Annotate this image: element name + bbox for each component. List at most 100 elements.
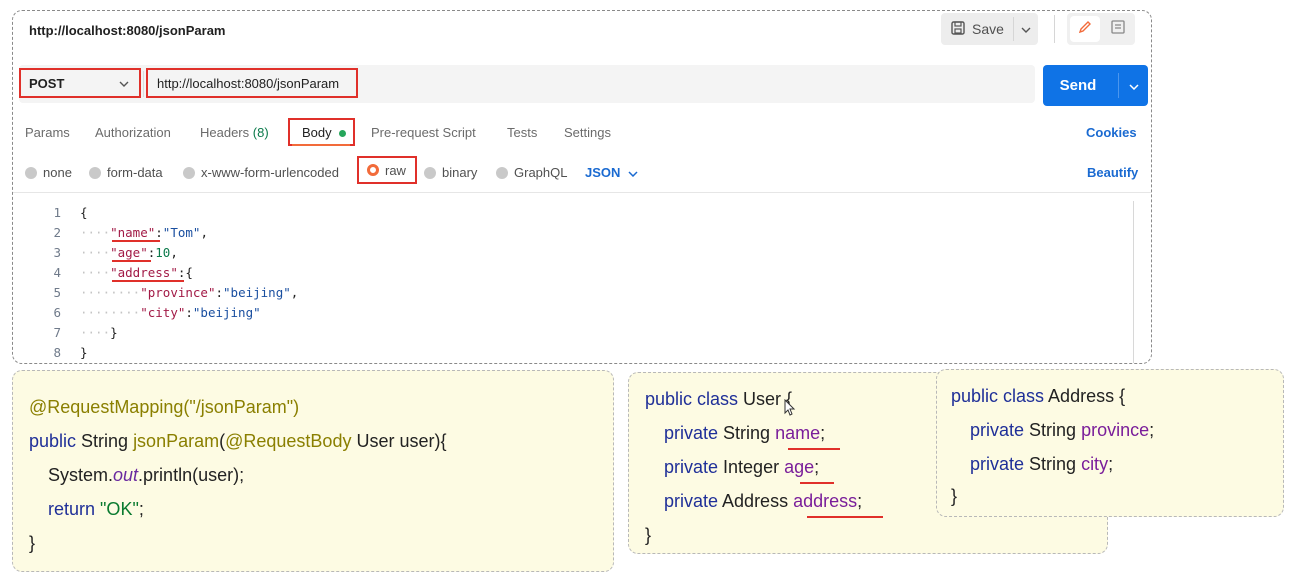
tab-prerequest-script[interactable]: Pre-request Script [371, 125, 476, 140]
code-line[interactable]: { [80, 205, 88, 220]
save-icon [950, 20, 966, 39]
type: String [76, 431, 134, 451]
type: String [1024, 454, 1082, 474]
code-text: ; [814, 457, 820, 477]
brace: { [80, 205, 88, 220]
radio-circle [424, 166, 436, 179]
field-name: address [793, 491, 858, 511]
chevron-down-icon [1129, 77, 1139, 95]
keyword: private [664, 491, 719, 511]
indent-guide: ········ [80, 285, 141, 300]
type: String [1024, 420, 1082, 440]
string-literal: "OK" [100, 499, 139, 519]
json-value-name: "Tom" [162, 225, 201, 240]
chevron-down-icon [119, 74, 129, 92]
tab-headers-label: Headers [200, 125, 250, 140]
field-name: city [1081, 454, 1109, 474]
body-status-dot [339, 130, 346, 137]
json-key-address: "address" [110, 265, 178, 280]
edit-button[interactable] [1070, 16, 1100, 42]
code-line: private String province; [970, 420, 1154, 441]
type: String [718, 423, 776, 443]
keyword: return [48, 499, 96, 519]
request-title: http://localhost:8080/jsonParam [29, 23, 226, 38]
line-number: 3 [53, 245, 61, 260]
send-button[interactable]: Send [1043, 65, 1113, 106]
code-text: System. [48, 465, 114, 485]
code-line: return "OK"; [48, 499, 144, 520]
keyword: public [29, 431, 77, 451]
send-button-group: Send [1043, 65, 1148, 106]
indent-guide: ········ [80, 305, 141, 320]
highlight-underline [112, 240, 160, 242]
editor-scrollbar[interactable] [1133, 201, 1134, 363]
url-value: http://localhost:8080/jsonParam [157, 75, 340, 91]
comment-icon [1110, 19, 1126, 40]
radio-graphql[interactable]: GraphQL [496, 165, 567, 180]
code-text: ; [820, 423, 826, 443]
tab-body-label: Body [302, 125, 332, 140]
code-line[interactable]: } [80, 345, 88, 360]
indent-guide: ···· [80, 225, 111, 240]
code-line[interactable]: ········"province":"beijing", [80, 285, 298, 300]
field-name: province [1081, 420, 1150, 440]
code-text: .println(user); [138, 465, 245, 485]
code-line: private Integer age; [664, 457, 819, 478]
radio-none[interactable]: none [25, 165, 72, 180]
active-tab-indicator [292, 144, 350, 146]
save-options-button[interactable] [1014, 13, 1038, 45]
code-line: } [29, 533, 35, 554]
tab-headers[interactable]: Headers (8) [200, 125, 269, 140]
url-input[interactable]: http://localhost:8080/jsonParam [146, 68, 358, 98]
radio-label: raw [385, 162, 406, 178]
code-line: } [645, 525, 651, 546]
code-line[interactable]: ····"address":{ [80, 265, 193, 280]
json-key-province: "province" [140, 285, 216, 300]
tab-authorization[interactable]: Authorization [95, 125, 171, 140]
tab-settings[interactable]: Settings [564, 125, 611, 140]
code-line[interactable]: ····"age":10, [80, 245, 178, 260]
indent-guide: ···· [80, 265, 111, 280]
tab-tests[interactable]: Tests [507, 125, 537, 140]
line-number: 7 [53, 325, 61, 340]
line-number: 2 [53, 225, 61, 240]
radio-urlencoded[interactable]: x-www-form-urlencoded [183, 165, 339, 180]
field-name: age [784, 457, 815, 477]
tab-params[interactable]: Params [25, 125, 70, 140]
line-number: 5 [53, 285, 61, 300]
cookies-link[interactable]: Cookies [1086, 125, 1137, 140]
chevron-down-icon [1021, 20, 1031, 38]
highlight-underline [788, 448, 840, 450]
brace: } [951, 486, 958, 506]
comments-button[interactable] [1103, 16, 1133, 42]
mouse-cursor-icon [784, 398, 796, 422]
field-out: out [113, 465, 139, 485]
address-class-card: public class Address { private String pr… [936, 369, 1284, 517]
save-button[interactable]: Save [941, 13, 1013, 45]
code-line[interactable]: ····} [80, 325, 118, 340]
code-text: ; [857, 491, 863, 511]
json-key-city: "city" [140, 305, 186, 320]
line-number: 6 [53, 305, 61, 320]
radio-binary[interactable]: binary [424, 165, 477, 180]
radio-raw[interactable]: raw [357, 156, 417, 184]
json-key-age: "age" [110, 245, 148, 260]
method-value: POST [29, 75, 65, 91]
radio-circle [89, 166, 101, 179]
json-value-province: "beijing" [223, 285, 291, 300]
send-options-button[interactable] [1120, 65, 1148, 106]
code-text: ; [138, 499, 144, 519]
beautify-link[interactable]: Beautify [1087, 165, 1138, 180]
tab-body[interactable]: Body [288, 118, 355, 146]
radio-form-data[interactable]: form-data [89, 165, 163, 180]
code-line[interactable]: ········"city":"beijing" [80, 305, 261, 320]
radio-selected-circle [367, 164, 379, 176]
field-name: name [775, 423, 821, 443]
highlight-underline [800, 482, 834, 484]
request-mapping-annotation: @RequestMapping("/jsonParam") [29, 397, 300, 417]
format-select[interactable]: JSON [585, 165, 638, 180]
chevron-down-icon [628, 165, 638, 180]
code-line[interactable]: ····"name":"Tom", [80, 225, 208, 240]
method-select[interactable]: POST [19, 68, 141, 98]
json-value-city: "beijing" [192, 305, 261, 320]
